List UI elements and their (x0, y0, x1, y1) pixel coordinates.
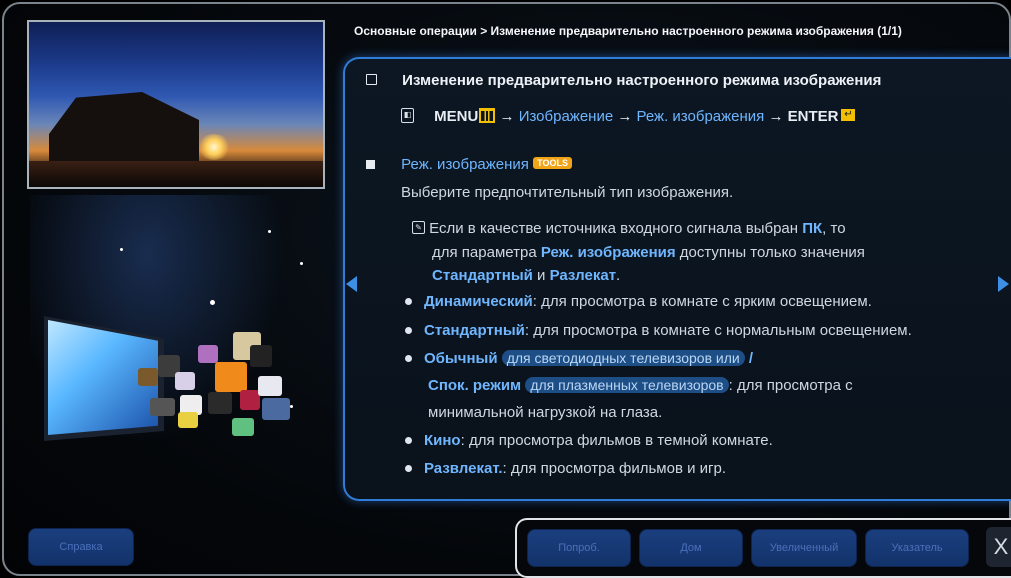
list-item-relax: Спок. режим для плазменных телевизоров: … (428, 377, 853, 394)
close-button[interactable]: X (986, 527, 1011, 567)
subsection-heading: Реж. изображения TOOLS (366, 156, 572, 173)
list-item-natural: Обычный для светодиодных телевизоров или… (405, 350, 753, 367)
next-page-arrow-icon[interactable] (998, 276, 1009, 292)
list-item-movie: Кино: для просмотра фильмов в темной ком… (405, 432, 773, 449)
note-line-3: Стандартный и Разлекат. (432, 267, 621, 284)
breadcrumb: Основные операции > Изменение предварите… (354, 24, 902, 38)
description: Выберите предпочтительный тип изображени… (401, 184, 734, 201)
list-item-standard: Стандартный: для просмотра в комнате с н… (405, 322, 912, 339)
remote-icon: ◧ (401, 107, 414, 123)
enter-icon: ↵ (841, 109, 856, 122)
menu-path: ◧ MENU → Изображение → Реж. изображения … (401, 107, 856, 125)
try-button[interactable]: Попроб. (527, 529, 631, 567)
menu-path-picture-mode[interactable]: Реж. изображения (637, 108, 765, 125)
list-item-relax-cont: минимальной нагрузкой на глаза. (428, 404, 663, 421)
home-button[interactable]: Дом (639, 529, 743, 567)
section-heading: Изменение предварительно настроенного ре… (366, 72, 881, 89)
list-item-entertain: Развлекат.: для просмотра фильмов и игр. (405, 460, 726, 477)
note-line-1: ✎ Если в качестве источника входного сиг… (412, 220, 846, 237)
zoom-button[interactable]: Увеличенный (751, 529, 857, 567)
index-button[interactable]: Указатель (865, 529, 969, 567)
filled-square-icon (366, 160, 375, 169)
tools-badge: TOOLS (533, 157, 572, 170)
sunset-photo (27, 20, 325, 189)
menu-path-picture[interactable]: Изображение (519, 108, 614, 125)
menu-icon (479, 107, 496, 123)
help-button[interactable]: Справка (28, 528, 134, 566)
note-line-2: для параметра Реж. изображения доступны … (432, 244, 865, 261)
note-icon: ✎ (412, 220, 425, 234)
checkbox-square-icon (366, 74, 377, 85)
list-item-dynamic: Динамический: для просмотра в комнате с … (405, 293, 872, 310)
previous-page-arrow-icon[interactable] (346, 276, 357, 292)
